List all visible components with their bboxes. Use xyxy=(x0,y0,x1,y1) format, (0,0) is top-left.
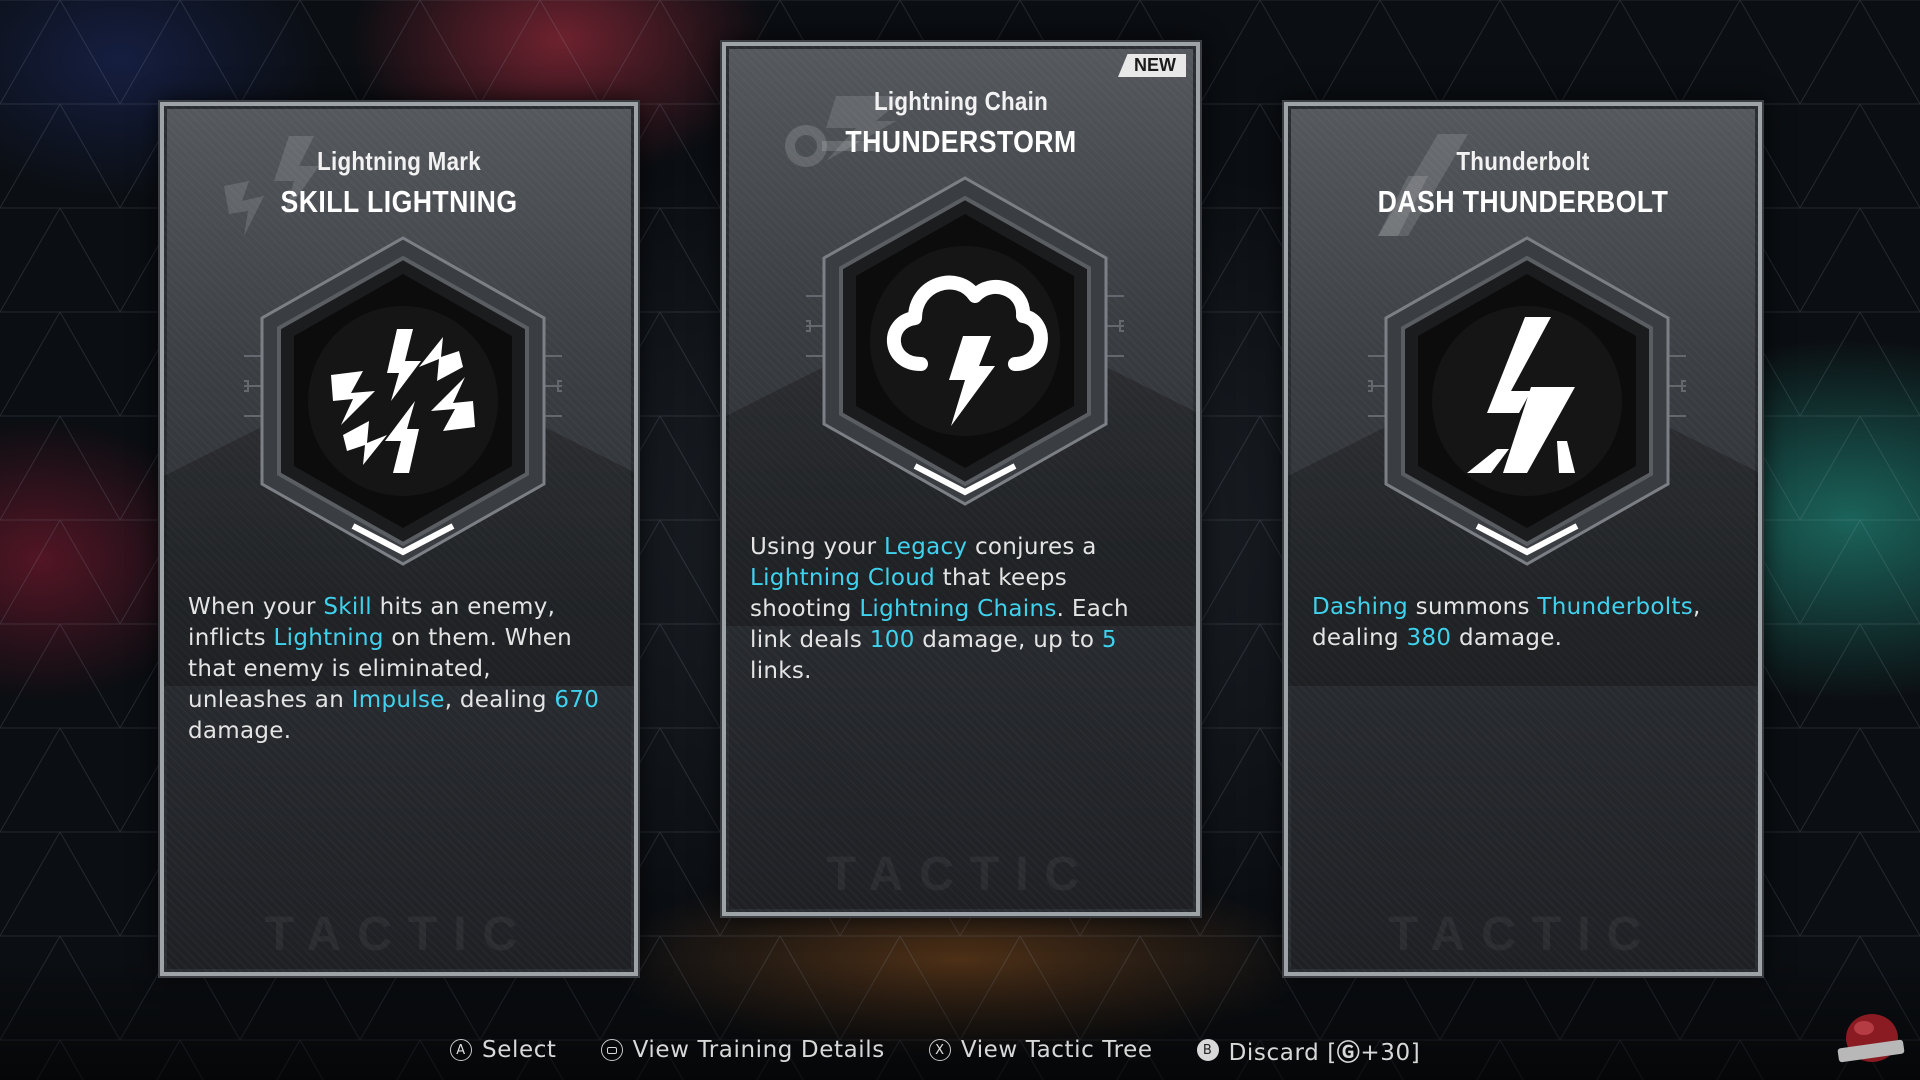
description-text: summons xyxy=(1408,594,1538,620)
card-description: Using your Legacy conjures a Lightning C… xyxy=(750,532,1172,687)
discard-prefix: Discard [ xyxy=(1228,1040,1337,1066)
card-description: Dashing summons Thunderbolts, dealing 38… xyxy=(1312,592,1734,654)
description-keyword: 380 xyxy=(1406,625,1452,651)
playground-logo-watermark xyxy=(1837,1014,1905,1063)
description-keyword: 670 xyxy=(554,687,600,713)
description-text: , dealing xyxy=(444,687,555,713)
x-button-icon: X xyxy=(928,1039,951,1061)
description-keyword: Thunderbolts xyxy=(1537,594,1694,620)
card-subtitle: Lightning Chain xyxy=(873,86,1049,116)
view-button-icon xyxy=(600,1039,623,1061)
card-title: THUNDERSTORM xyxy=(845,124,1077,159)
description-text: damage, up to xyxy=(914,627,1102,653)
card-watermark: TACTIC xyxy=(264,908,534,961)
storm-cloud-icon xyxy=(886,275,1048,426)
tactic-card-skill-lightning[interactable]: Lightning Mark SKILL LIGHTNING When your… xyxy=(160,102,638,976)
controller-hints: A Select View Training Details X View Ta… xyxy=(450,1032,1420,1068)
card-title: DASH THUNDERBOLT xyxy=(1377,184,1669,219)
description-keyword: Lightning Chains xyxy=(859,596,1057,622)
card-subtitle: Thunderbolt xyxy=(1456,146,1590,176)
discard-label: Discard [Ⓖ+30] xyxy=(1229,1033,1421,1067)
card-description: When your Skill hits an enemy, inflicts … xyxy=(188,592,610,747)
a-button-icon: A xyxy=(450,1039,472,1061)
description-keyword: Lightning Cloud xyxy=(750,565,936,591)
description-text: damage. xyxy=(1451,625,1563,651)
card-watermark: TACTIC xyxy=(826,848,1096,901)
b-button-icon: B xyxy=(1196,1039,1219,1061)
card-title: SKILL LIGHTNING xyxy=(280,184,518,219)
hex-icon-frame xyxy=(1308,236,1746,566)
description-keyword: Skill xyxy=(323,594,372,620)
discard-suffix: ] xyxy=(1410,1040,1421,1066)
description-keyword: Lightning xyxy=(273,625,384,651)
description-text: conjures a xyxy=(967,534,1097,560)
discard-amount: +30 xyxy=(1360,1040,1411,1066)
view-tactic-tree-hint[interactable]: X View Tactic Tree xyxy=(928,1037,1153,1063)
description-text: Using your xyxy=(750,534,885,560)
description-keyword: 100 xyxy=(869,627,915,653)
description-keyword: 5 xyxy=(1101,627,1117,653)
tactic-card-dash-thunderbolt[interactable]: Thunderbolt DASH THUNDERBOLT Dashing sum… xyxy=(1284,102,1762,976)
view-training-details-label: View Training Details xyxy=(632,1037,885,1063)
description-text: links. xyxy=(750,658,812,684)
select-hint[interactable]: A Select xyxy=(450,1037,557,1063)
thunderbolt-icon xyxy=(1467,317,1575,473)
card-subtitle: Lightning Mark xyxy=(317,146,481,176)
lightning-burst-icon xyxy=(331,329,475,473)
card-watermark: TACTIC xyxy=(1388,908,1658,961)
hex-icon-frame xyxy=(746,176,1184,506)
view-training-details-hint[interactable]: View Training Details xyxy=(600,1037,885,1063)
currency-icon: Ⓖ xyxy=(1336,1040,1361,1066)
hex-icon-frame xyxy=(184,236,622,566)
view-tactic-tree-label: View Tactic Tree xyxy=(960,1037,1153,1063)
description-keyword: Impulse xyxy=(351,687,445,713)
description-text: damage. xyxy=(188,718,292,744)
tactic-card-thunderstorm[interactable]: NEW Lightning Chain THUNDERSTORM Using y… xyxy=(722,42,1200,916)
description-text: When your xyxy=(188,594,324,620)
new-badge: NEW xyxy=(1118,54,1186,77)
description-keyword: Dashing xyxy=(1312,594,1409,620)
select-label: Select xyxy=(482,1037,557,1063)
discard-hint[interactable]: B Discard [Ⓖ+30] xyxy=(1196,1033,1421,1067)
description-keyword: Legacy xyxy=(884,534,968,560)
